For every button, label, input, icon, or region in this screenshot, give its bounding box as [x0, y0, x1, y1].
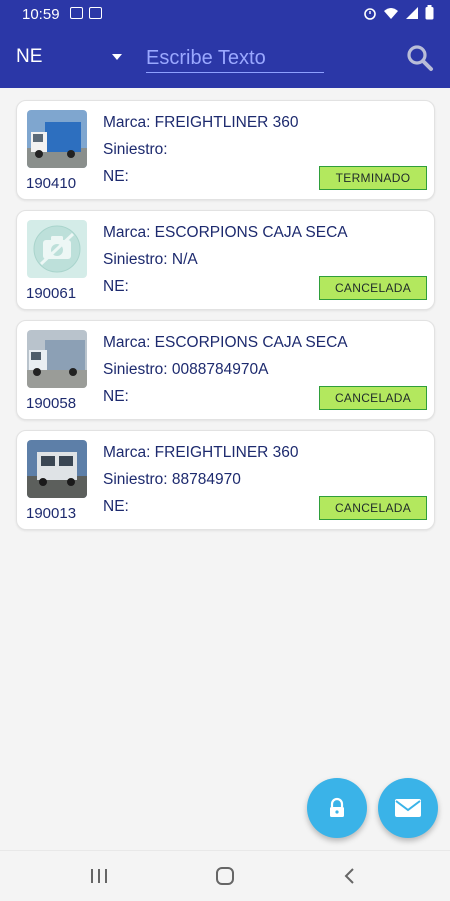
- record-ne: NE:: [103, 278, 129, 295]
- record-marca: Marca: FREIGHTLINER 360: [103, 444, 299, 461]
- notification-icons: [70, 7, 102, 19]
- search-icon: [407, 45, 433, 71]
- search-button[interactable]: [404, 42, 436, 74]
- lock-icon: [330, 797, 344, 817]
- truck-photo-thumbnail: [27, 110, 87, 168]
- status-bar: 10:59: [0, 0, 450, 28]
- record-siniestro: Siniestro: 0088784970A: [103, 361, 269, 378]
- status-button[interactable]: TERMINADO: [319, 166, 427, 190]
- record-marca: Marca: ESCORPIONS CAJA SECA: [103, 224, 348, 241]
- filter-value: NE: [16, 46, 43, 67]
- status-button[interactable]: CANCELADA: [319, 276, 427, 300]
- record-id: 190058: [26, 395, 77, 412]
- app-bar: NE: [0, 28, 450, 88]
- record-siniestro: Siniestro: N/A: [103, 251, 198, 268]
- record-marca: Marca: FREIGHTLINER 360: [103, 114, 299, 131]
- record-siniestro: Siniestro:: [103, 141, 168, 158]
- record-id: 190013: [26, 505, 77, 522]
- record-ne: NE:: [103, 388, 129, 405]
- search-input[interactable]: [146, 44, 324, 73]
- gallery-notification-icon: [89, 7, 102, 19]
- home-button[interactable]: [205, 861, 245, 891]
- record-id: 190410: [26, 175, 77, 192]
- system-icons: [363, 5, 434, 20]
- record-card[interactable]: 190061 Marca: ESCORPIONS CAJA SECA Sinie…: [16, 210, 435, 310]
- records-list: 190410 Marca: FREIGHTLINER 360 Siniestro…: [16, 100, 435, 540]
- record-ne: NE:: [103, 168, 129, 185]
- record-card[interactable]: 190410 Marca: FREIGHTLINER 360 Siniestro…: [16, 100, 435, 200]
- alarm-icon: [364, 7, 376, 20]
- signal-icon: [406, 6, 418, 19]
- status-button[interactable]: CANCELADA: [319, 496, 427, 520]
- record-card[interactable]: 190013 Marca: FREIGHTLINER 360 Siniestro…: [16, 430, 435, 530]
- truck-photo-thumbnail: [27, 440, 87, 498]
- dropdown-caret-icon: [112, 54, 122, 60]
- truck-photo-thumbnail: [27, 330, 87, 388]
- recent-apps-button[interactable]: [79, 861, 119, 891]
- record-card[interactable]: 190058 Marca: ESCORPIONS CAJA SECA Sinie…: [16, 320, 435, 420]
- status-button[interactable]: CANCELADA: [319, 386, 427, 410]
- wifi-icon: [384, 7, 398, 19]
- back-button[interactable]: [330, 861, 370, 891]
- system-nav-bar: [0, 850, 450, 901]
- battery-icon: [425, 5, 434, 20]
- home-icon: [216, 867, 234, 885]
- filter-dropdown[interactable]: NE: [16, 42, 126, 72]
- mail-icon: [395, 799, 421, 817]
- no-photo-thumbnail: [27, 220, 87, 278]
- back-icon: [344, 868, 354, 884]
- status-time: 10:59: [22, 6, 60, 23]
- record-marca: Marca: ESCORPIONS CAJA SECA: [103, 334, 348, 351]
- lock-button[interactable]: [307, 778, 367, 838]
- image-notification-icon: [70, 7, 83, 19]
- recent-apps-icon: [91, 869, 107, 883]
- record-id: 190061: [26, 285, 77, 302]
- mail-button[interactable]: [378, 778, 438, 838]
- record-ne: NE:: [103, 498, 129, 515]
- no-camera-icon: [27, 220, 87, 278]
- record-siniestro: Siniestro: 88784970: [103, 471, 241, 488]
